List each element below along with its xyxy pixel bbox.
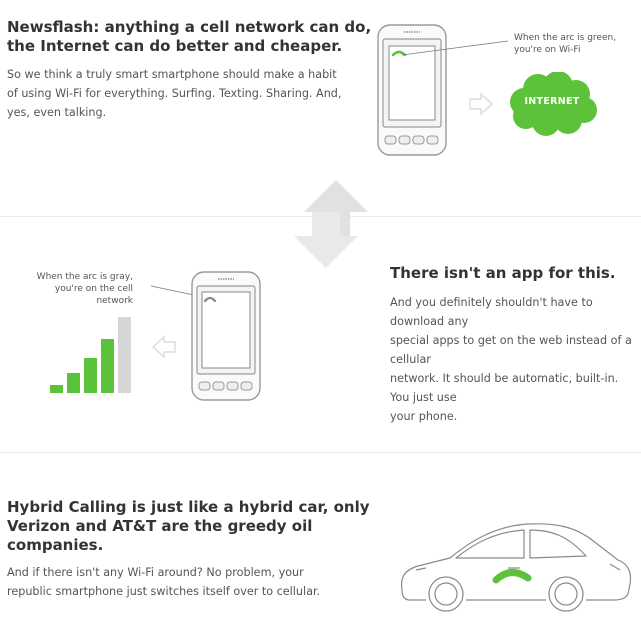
section3-heading: Hybrid Calling is just like a hybrid car…	[7, 498, 370, 555]
section1-heading-line1: Newsflash: anything a cell network can d…	[7, 18, 372, 36]
section2-heading: There isn't an app for this.	[390, 264, 616, 282]
signal-bars-icon	[50, 317, 131, 393]
section2-body-line1: And you definitely shouldn't have to dow…	[390, 296, 593, 328]
phone-illustration-cell	[191, 271, 261, 401]
section3-heading-line3: companies.	[7, 536, 104, 554]
cell-callout: When the arc is gray, you're on the cell…	[28, 271, 133, 307]
section1-heading-line2: the Internet can do better and cheaper.	[7, 37, 343, 55]
swap-arrows-icon	[294, 180, 368, 268]
section3-body-line1: And if there isn't any Wi-Fi around? No …	[7, 566, 304, 579]
section2-body-line3: network. It should be automatic, built-i…	[390, 372, 619, 404]
arrow-right-icon	[469, 92, 494, 116]
cell-callout-line2: you're on the cell network	[54, 284, 133, 306]
section1-heading: Newsflash: anything a cell network can d…	[7, 18, 371, 56]
wifi-callout-line1: When the arc is green,	[514, 33, 617, 43]
section1-body-line1: So we think a truly smart smartphone sho…	[7, 68, 337, 81]
section2-body: And you definitely shouldn't have to dow…	[390, 293, 641, 426]
section1-body-line2: of using Wi-Fi for everything. Surfing. …	[7, 87, 342, 100]
cell-callout-line1: When the arc is gray,	[36, 272, 133, 282]
section1-body-line3: yes, even talking.	[7, 106, 107, 119]
section2-body-line2: special apps to get on the web instead o…	[390, 334, 632, 366]
car-wifi-arc-icon	[492, 569, 532, 584]
section3-body-line2: republic smartphone just switches itself…	[7, 585, 321, 598]
section3-heading-line1: Hybrid Calling is just like a hybrid car…	[7, 498, 370, 516]
internet-label: INTERNET	[524, 96, 580, 107]
section3-body: And if there isn't any Wi-Fi around? No …	[7, 563, 320, 601]
wifi-callout: When the arc is green, you're on Wi-Fi	[514, 32, 616, 56]
section3-heading-line2: Verizon and AT&T are the greedy oil	[7, 517, 313, 535]
callout-line-wifi	[401, 40, 509, 56]
section-divider-2	[0, 452, 641, 453]
wifi-callout-line2: you're on Wi-Fi	[514, 45, 581, 55]
arrow-left-icon	[151, 335, 176, 359]
car-illustration	[400, 523, 632, 612]
section2-body-line4: your phone.	[390, 410, 458, 423]
section1-body: So we think a truly smart smartphone sho…	[7, 65, 341, 122]
